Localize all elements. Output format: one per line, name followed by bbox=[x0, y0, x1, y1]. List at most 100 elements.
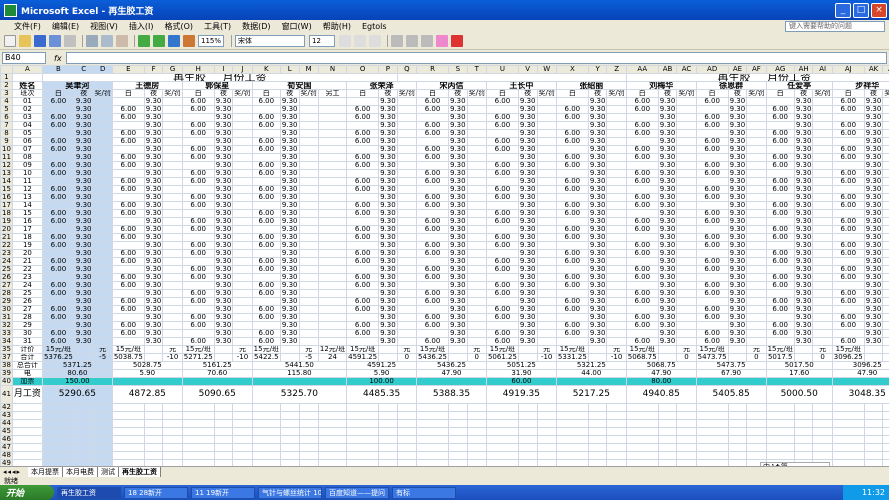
shift-cell[interactable] bbox=[298, 185, 319, 194]
cell[interactable] bbox=[831, 427, 865, 436]
shift-cell[interactable]: 9.30 bbox=[448, 225, 468, 234]
electric-cell[interactable]: 17.60 bbox=[765, 369, 833, 378]
shift-cell[interactable] bbox=[466, 321, 487, 330]
cell[interactable] bbox=[378, 419, 398, 428]
wage-cell[interactable]: 5325.70 bbox=[251, 385, 348, 404]
shift-cell[interactable] bbox=[232, 105, 253, 114]
shift-cell[interactable] bbox=[396, 321, 418, 330]
shift-cell[interactable] bbox=[396, 153, 418, 162]
shift-cell[interactable] bbox=[298, 153, 319, 162]
shift-cell[interactable]: 6.00 bbox=[251, 113, 281, 122]
shift-cell[interactable] bbox=[606, 97, 627, 106]
shift-cell[interactable] bbox=[812, 249, 833, 258]
adjust-cell[interactable]: 0 bbox=[812, 353, 833, 362]
cell[interactable] bbox=[378, 443, 398, 452]
shift-cell[interactable]: 6.00 bbox=[765, 201, 795, 210]
shift-cell[interactable] bbox=[92, 297, 113, 306]
shift-cell[interactable] bbox=[676, 105, 697, 114]
shift-cell[interactable]: 9.30 bbox=[73, 305, 94, 314]
cell[interactable] bbox=[517, 353, 538, 362]
rate-unit[interactable]: 元 bbox=[92, 345, 113, 354]
shift-cell[interactable]: 6.00 bbox=[251, 233, 281, 242]
shift-cell[interactable]: 9.30 bbox=[143, 129, 164, 138]
shift-cell[interactable] bbox=[606, 185, 627, 194]
cell[interactable] bbox=[143, 411, 164, 420]
shift-cell[interactable] bbox=[346, 169, 380, 178]
shift-cell[interactable]: 9.30 bbox=[279, 233, 300, 242]
shift-cell[interactable]: 9.30 bbox=[517, 273, 538, 282]
count-label[interactable]: 计价 bbox=[11, 345, 43, 354]
shift-cell[interactable] bbox=[92, 185, 113, 194]
shift-cell[interactable]: 6.00 bbox=[111, 273, 145, 282]
shift-cell[interactable]: 6.00 bbox=[251, 169, 281, 178]
row-header[interactable]: 44 bbox=[0, 419, 13, 428]
day-label[interactable]: 09 bbox=[11, 161, 43, 170]
cell[interactable] bbox=[695, 419, 729, 428]
row-header[interactable]: 32 bbox=[0, 321, 13, 330]
shift-cell[interactable]: 9.30 bbox=[73, 241, 94, 250]
cell[interactable] bbox=[378, 411, 398, 420]
day-label[interactable]: 19 bbox=[11, 241, 43, 250]
shift-cell[interactable]: 9.30 bbox=[863, 265, 884, 274]
employee-name[interactable]: 张荣泽 bbox=[346, 81, 418, 90]
cell[interactable] bbox=[727, 411, 748, 420]
cell[interactable] bbox=[41, 435, 75, 444]
shift-cell[interactable] bbox=[346, 313, 380, 322]
cell[interactable] bbox=[466, 403, 487, 412]
shift-cell[interactable]: 9.30 bbox=[657, 249, 678, 258]
shift-cell[interactable] bbox=[298, 249, 319, 258]
shift-cell[interactable]: 9.30 bbox=[793, 209, 814, 218]
shift-cell[interactable]: 6.00 bbox=[765, 113, 795, 122]
shift-cell[interactable]: 6.00 bbox=[695, 329, 729, 338]
cell[interactable] bbox=[606, 403, 627, 412]
shift-cell[interactable] bbox=[882, 217, 889, 226]
employee-name[interactable]: 刘梅华 bbox=[625, 81, 697, 90]
shift-cell[interactable] bbox=[232, 313, 253, 322]
shift-cell[interactable] bbox=[317, 305, 348, 314]
shift-cell[interactable] bbox=[695, 297, 729, 306]
shift-cell[interactable]: 6.00 bbox=[346, 177, 380, 186]
shift-subheader[interactable]: 夜 bbox=[378, 89, 398, 98]
shift-cell[interactable] bbox=[416, 209, 449, 218]
cell[interactable] bbox=[73, 411, 94, 420]
shift-cell[interactable]: 6.00 bbox=[831, 297, 865, 306]
day-label[interactable]: 07 bbox=[11, 145, 43, 154]
shift-cell[interactable]: 9.30 bbox=[727, 153, 748, 162]
shift-cell[interactable]: 9.30 bbox=[73, 113, 94, 122]
shift-cell[interactable] bbox=[882, 193, 889, 202]
employee-name[interactable]: 张绍丽 bbox=[555, 81, 627, 90]
shift-cell[interactable] bbox=[232, 145, 253, 154]
shift-cell[interactable] bbox=[111, 121, 145, 130]
row-header[interactable]: 22 bbox=[0, 241, 13, 250]
shift-cell[interactable]: 9.30 bbox=[863, 305, 884, 314]
shift-cell[interactable] bbox=[92, 161, 113, 170]
shift-cell[interactable]: 6.00 bbox=[485, 209, 519, 218]
cell[interactable] bbox=[676, 451, 697, 460]
cell[interactable] bbox=[831, 411, 865, 420]
shift-cell[interactable]: 6.00 bbox=[416, 153, 449, 162]
shift-cell[interactable]: 9.30 bbox=[143, 105, 164, 114]
shift-cell[interactable] bbox=[232, 233, 253, 242]
shift-cell[interactable]: 6.00 bbox=[251, 337, 281, 346]
cell[interactable] bbox=[793, 353, 814, 362]
column-header[interactable]: Z bbox=[606, 65, 627, 74]
shift-cell[interactable]: 9.30 bbox=[143, 313, 164, 322]
shift-cell[interactable] bbox=[882, 233, 889, 242]
shift-cell[interactable]: 6.00 bbox=[416, 201, 449, 210]
shift-cell[interactable] bbox=[92, 153, 113, 162]
shift-cell[interactable]: 9.30 bbox=[863, 121, 884, 130]
cell[interactable] bbox=[317, 451, 348, 460]
shift-cell[interactable] bbox=[765, 313, 795, 322]
shift-cell[interactable] bbox=[485, 105, 519, 114]
row-header[interactable]: 10 bbox=[0, 145, 13, 154]
shift-cell[interactable]: 9.30 bbox=[279, 161, 300, 170]
shift-cell[interactable]: 9.30 bbox=[378, 281, 398, 290]
shift-cell[interactable]: 9.30 bbox=[73, 337, 94, 346]
shift-cell[interactable]: 9.30 bbox=[448, 249, 468, 258]
shift-cell[interactable]: 9.30 bbox=[793, 249, 814, 258]
cell[interactable] bbox=[181, 419, 215, 428]
shift-cell[interactable] bbox=[396, 297, 418, 306]
minimize-button[interactable]: _ bbox=[835, 2, 851, 18]
shift-cell[interactable]: 6.00 bbox=[625, 289, 659, 298]
cell[interactable] bbox=[232, 419, 253, 428]
